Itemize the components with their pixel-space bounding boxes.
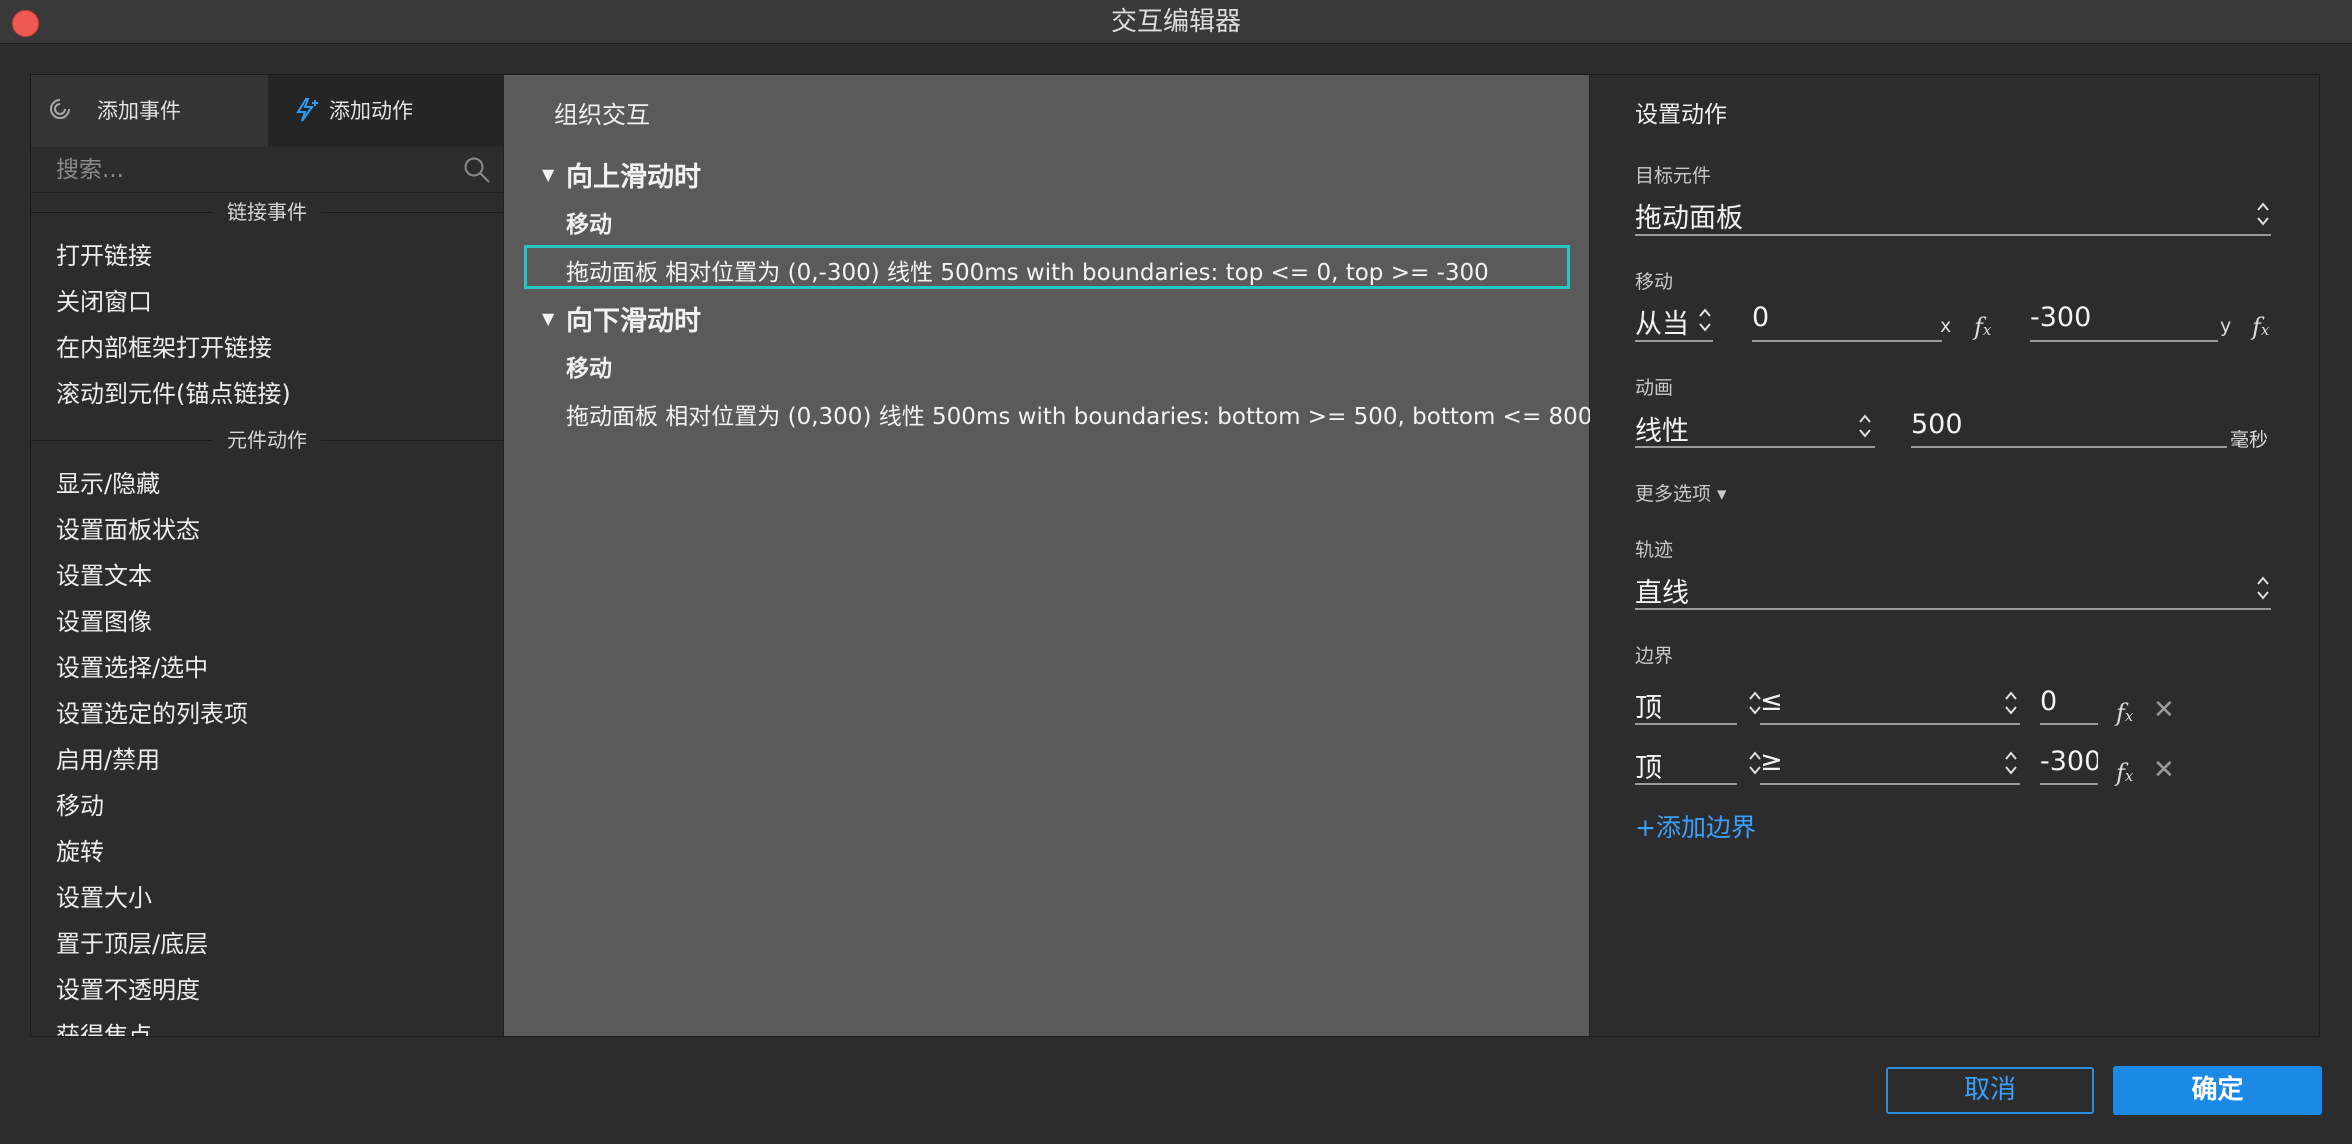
boundary-value-underline: [2040, 783, 2098, 785]
updown-chevron-icon[interactable]: [2004, 688, 2018, 718]
target-select-value[interactable]: 拖动面板: [1635, 196, 1743, 235]
list-item[interactable]: 显示/隐藏: [56, 467, 160, 501]
tab-label: 添加动作: [329, 99, 413, 123]
tab-label: 添加事件: [97, 99, 181, 123]
section-header-widget-actions: 元件动作: [31, 425, 503, 455]
move-x-input[interactable]: 0: [1752, 302, 1769, 333]
easing-select-value[interactable]: 线性: [1635, 409, 1689, 448]
search-placeholder: 搜索...: [56, 157, 124, 183]
move-mode-value[interactable]: 从当: [1635, 302, 1689, 341]
collapse-triangle-icon[interactable]: ▼: [542, 165, 554, 184]
add-boundary-link[interactable]: +添加边界: [1635, 808, 1756, 844]
animation-label: 动画: [1635, 377, 1674, 399]
interaction-organizer-panel: 组织交互 ▼ 向上滑动时 移动 拖动面板 相对位置为 (0,-300) 线性 5…: [504, 75, 1592, 1036]
boundary-edge-underline: [1635, 783, 1737, 785]
duration-underline: [1911, 446, 2227, 448]
action-type: 移动: [566, 356, 612, 382]
duration-unit: 毫秒: [2230, 429, 2269, 451]
list-item[interactable]: 打开链接: [56, 239, 152, 273]
list-item[interactable]: 设置图像: [56, 605, 152, 639]
event-icon: [50, 99, 70, 119]
boundary-value-input[interactable]: -300: [2040, 746, 2098, 777]
move-x-underline: [1752, 340, 1942, 342]
list-item[interactable]: 关闭窗口: [56, 285, 152, 319]
path-select-value[interactable]: 直线: [1635, 571, 1689, 610]
action-settings-panel: 设置动作 目标元件 拖动面板 移动 从当 0 x fx -300 y fx 动画…: [1590, 75, 2319, 1036]
duration-input[interactable]: 500: [1911, 409, 1963, 440]
ok-button[interactable]: 确定: [2113, 1066, 2322, 1115]
boundary-operator-select[interactable]: ≥: [1760, 746, 1783, 777]
move-y-underline: [2030, 340, 2218, 342]
remove-boundary-icon[interactable]: ✕: [2153, 695, 2175, 725]
boundary-operator-select[interactable]: ≤: [1760, 686, 1783, 717]
remove-boundary-icon[interactable]: ✕: [2153, 755, 2175, 785]
list-item[interactable]: 在内部框架打开链接: [56, 331, 272, 365]
boundary-label: 边界: [1635, 645, 1674, 667]
fx-icon[interactable]: fx: [2116, 759, 2133, 787]
move-mode-select[interactable]: [1635, 340, 1713, 342]
list-item[interactable]: 设置不透明度: [56, 973, 200, 1007]
updown-chevron-icon[interactable]: [2256, 199, 2270, 229]
updown-chevron-icon[interactable]: [1698, 305, 1712, 335]
list-item[interactable]: 启用/禁用: [56, 743, 160, 777]
fx-icon[interactable]: fx: [2116, 699, 2133, 727]
boundary-operator-underline: [1760, 783, 2020, 785]
boundary-edge-select[interactable]: 顶: [1635, 746, 1662, 785]
tab-add-action[interactable]: 添加动作: [268, 75, 503, 147]
path-select[interactable]: [1635, 608, 2271, 610]
move-label: 移动: [1635, 271, 1674, 293]
fx-icon[interactable]: fx: [2252, 313, 2269, 341]
event-heading[interactable]: 向下滑动时: [566, 299, 701, 338]
list-item[interactable]: 设置选定的列表项: [56, 697, 248, 731]
search-input[interactable]: 搜索...: [31, 147, 503, 193]
move-y-input[interactable]: -300: [2030, 302, 2091, 333]
boundary-operator-underline: [1760, 723, 2020, 725]
list-item[interactable]: 设置选择/选中: [56, 651, 208, 685]
panel-title: 组织交互: [554, 101, 650, 129]
action-type: 移动: [566, 212, 612, 238]
target-select[interactable]: [1635, 234, 2271, 236]
y-unit-label: y: [2220, 315, 2232, 337]
left-panel: 添加事件 添加动作 搜索... 链接事件 打开链接 关闭窗口 在内部框架打开链接…: [31, 75, 503, 1036]
x-unit-label: x: [1940, 315, 1952, 337]
event-heading[interactable]: 向上滑动时: [566, 155, 701, 194]
boundary-value-underline: [2040, 723, 2098, 725]
list-item[interactable]: 旋转: [56, 835, 104, 869]
path-label: 轨迹: [1635, 539, 1674, 561]
collapse-triangle-icon[interactable]: ▼: [542, 309, 554, 328]
boundary-value-input[interactable]: 0: [2040, 686, 2098, 717]
easing-select[interactable]: [1635, 446, 1875, 448]
updown-chevron-icon[interactable]: [1858, 411, 1872, 441]
action-bolt-icon: [296, 98, 318, 122]
list-item[interactable]: 滚动到元件(锚点链接): [56, 377, 291, 411]
list-item[interactable]: 设置大小: [56, 881, 152, 915]
boundary-edge-select[interactable]: 顶: [1635, 686, 1662, 725]
action-description[interactable]: 拖动面板 相对位置为 (0,-300) 线性 500ms with bounda…: [566, 253, 1489, 287]
action-description[interactable]: 拖动面板 相对位置为 (0,300) 线性 500ms with boundar…: [566, 397, 1592, 431]
section-header-link-events: 链接事件: [31, 197, 503, 227]
cancel-button[interactable]: 取消: [1886, 1067, 2094, 1114]
updown-chevron-icon[interactable]: [2004, 748, 2018, 778]
panel-title: 设置动作: [1635, 102, 1727, 128]
tab-add-event[interactable]: 添加事件: [31, 75, 268, 147]
window-title: 交互编辑器: [1110, 7, 1241, 37]
boundary-edge-underline: [1635, 723, 1737, 725]
list-item[interactable]: 设置文本: [56, 559, 152, 593]
list-item[interactable]: 置于顶层/底层: [56, 927, 208, 961]
fx-icon[interactable]: fx: [1974, 313, 1991, 341]
list-item[interactable]: 设置面板状态: [56, 513, 200, 547]
list-item[interactable]: 获得焦点: [56, 1019, 152, 1036]
more-options-toggle[interactable]: 更多选项 ▾: [1635, 479, 1727, 506]
target-label: 目标元件: [1635, 165, 1712, 187]
updown-chevron-icon[interactable]: [2256, 573, 2270, 603]
search-icon[interactable]: [463, 156, 491, 184]
list-item[interactable]: 移动: [56, 789, 104, 823]
